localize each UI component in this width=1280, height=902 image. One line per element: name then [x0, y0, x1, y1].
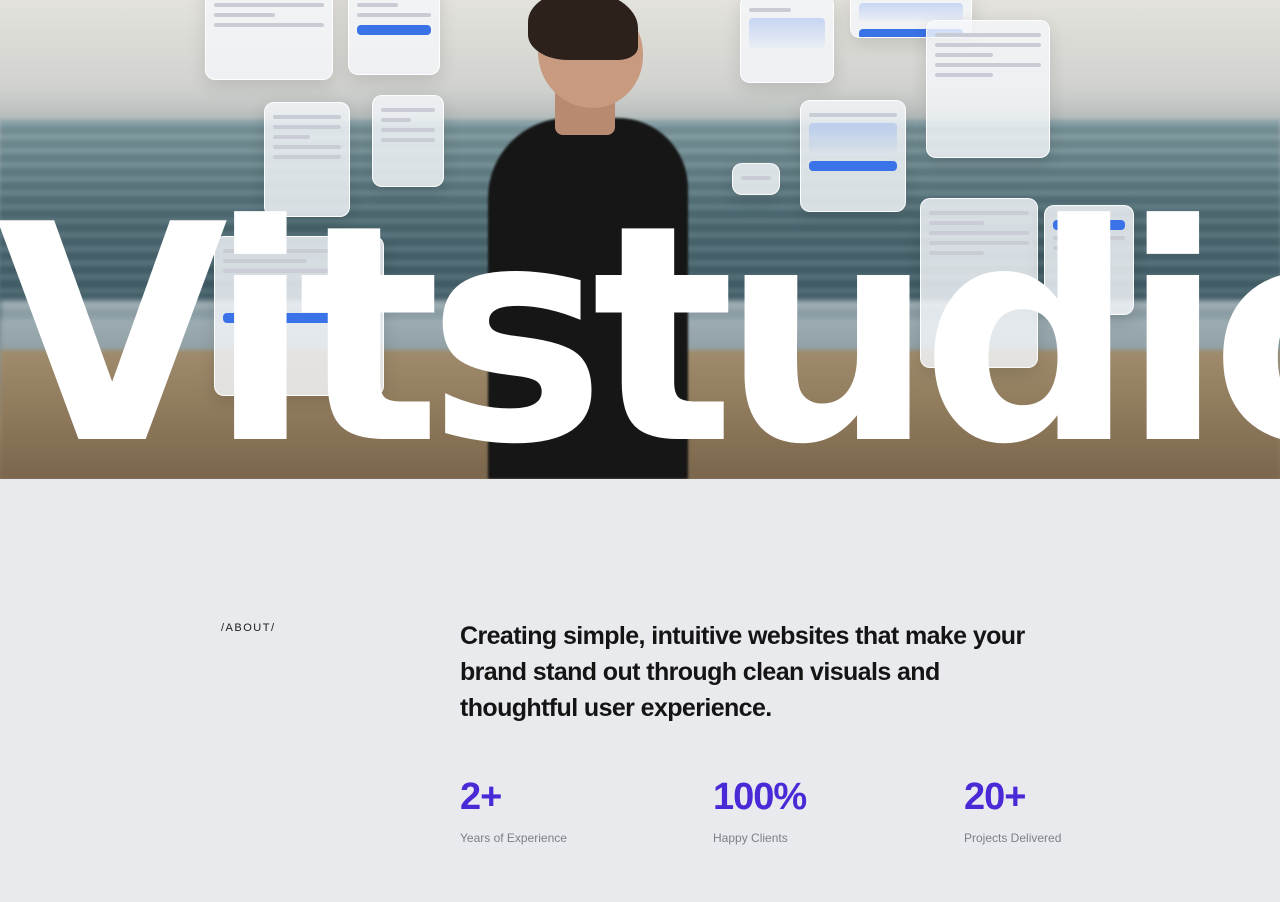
- brand-wordmark: Vitstudio: [0, 161, 1280, 480]
- floating-card: [205, 0, 333, 80]
- stat-value: 2+: [460, 776, 502, 818]
- stat-label: Happy Clients: [713, 831, 788, 845]
- stat-years: 2+ Years of Experience: [460, 775, 567, 845]
- stat-projects: 20+ Projects Delivered: [964, 775, 1061, 845]
- person-hair: [528, 0, 638, 60]
- section-label: /ABOUT/: [221, 622, 276, 634]
- stat-label: Projects Delivered: [964, 831, 1062, 845]
- floating-card: [926, 20, 1050, 158]
- floating-card: [348, 0, 440, 75]
- stat-label: Years of Experience: [460, 831, 567, 845]
- stat-clients: 100% Happy Clients: [713, 775, 807, 845]
- about-headline: Creating simple, intuitive websites that…: [460, 622, 1025, 722]
- hero-section: Vitstudio: [0, 0, 1280, 479]
- stat-value: 20+: [964, 776, 1026, 818]
- floating-card: [740, 0, 834, 83]
- stat-value: 100%: [713, 776, 807, 818]
